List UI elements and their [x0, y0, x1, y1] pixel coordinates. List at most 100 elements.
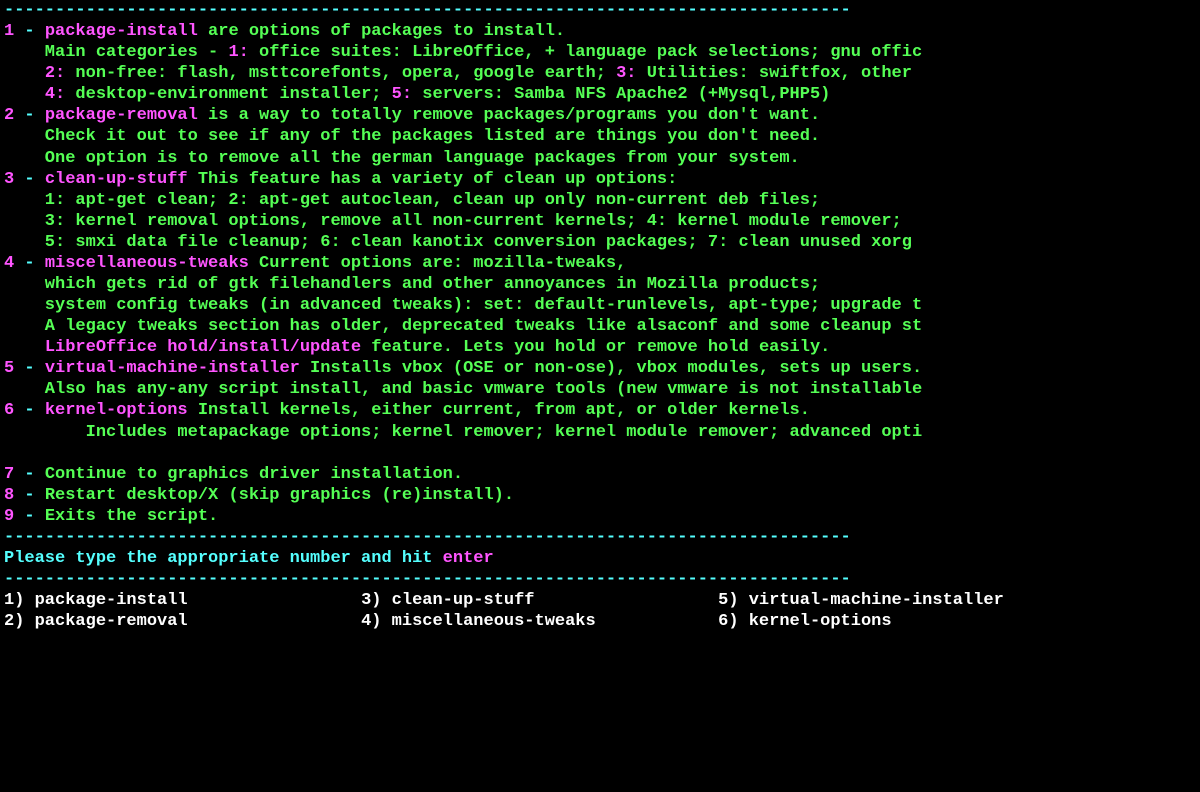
- menu-body-text: office suites: LibreOffice, + language p…: [249, 43, 922, 62]
- menu-body-text: Utilities: swiftfox, other: [637, 64, 912, 83]
- menu-number[interactable]: 3: [4, 170, 14, 189]
- menu-body-text: [4, 64, 45, 83]
- divider-line: ----------------------------------------…: [4, 569, 1196, 590]
- choice-row: 1) package-install 3) clean-up-stuff 5) …: [4, 590, 1196, 611]
- menu-body-text: 1: apt-get clean; 2: apt-get autoclean, …: [4, 191, 820, 210]
- menu-body-text: Includes metapackage options; kernel rem…: [4, 423, 922, 442]
- menu-number[interactable]: 6: [4, 401, 14, 420]
- menu-body-line: system config tweaks (in advanced tweaks…: [4, 295, 1196, 316]
- dash: -: [14, 359, 45, 378]
- menu-body-line: One option is to remove all the german l…: [4, 148, 1196, 169]
- menu-body-line: Also has any-any script install, and bas…: [4, 379, 1196, 400]
- dash: -: [14, 401, 45, 420]
- menu-desc: is a way to totally remove packages/prog…: [198, 106, 820, 125]
- menu-body-text: Also has any-any script install, and bas…: [4, 380, 922, 399]
- menu-number[interactable]: 4: [4, 254, 14, 273]
- menu-desc: Continue to graphics driver installation…: [45, 465, 463, 484]
- terminal-screen[interactable]: ----------------------------------------…: [0, 0, 1200, 636]
- menu-item: 9 - Exits the script.: [4, 506, 1196, 527]
- dash: -: [14, 106, 45, 125]
- menu-desc: Restart desktop/X (skip graphics (re)ins…: [45, 486, 514, 505]
- menu-body-line: 1: apt-get clean; 2: apt-get autoclean, …: [4, 190, 1196, 211]
- menu-number[interactable]: 7: [4, 465, 14, 484]
- choice-label[interactable]: virtual-machine-installer: [749, 591, 1004, 610]
- menu-body-text: 5: smxi data file cleanup; 6: clean kano…: [4, 233, 912, 252]
- choice-number[interactable]: 2): [4, 612, 35, 631]
- menu-number[interactable]: 2: [4, 106, 14, 125]
- menu-body-line: Check it out to see if any of the packag…: [4, 126, 1196, 147]
- divider-line: ----------------------------------------…: [4, 0, 1196, 21]
- menu-item: 3 - clean-up-stuff This feature has a va…: [4, 169, 1196, 190]
- menu-body-text: desktop-environment installer;: [65, 85, 391, 104]
- choice-label[interactable]: kernel-options: [749, 612, 892, 631]
- choice-label[interactable]: package-install: [35, 591, 361, 610]
- menu-desc: Install kernels, either current, from ap…: [188, 401, 810, 420]
- menu-body-text: system config tweaks (in advanced tweaks…: [4, 296, 922, 315]
- menu-desc: Exits the script.: [45, 507, 218, 526]
- divider: ----------------------------------------…: [4, 570, 851, 589]
- choice-label[interactable]: miscellaneous-tweaks: [392, 612, 718, 631]
- divider: ----------------------------------------…: [4, 528, 851, 547]
- menu-number[interactable]: 8: [4, 486, 14, 505]
- menu-item: 1 - package-install are options of packa…: [4, 21, 1196, 42]
- menu-body-line: 3: kernel removal options, remove all no…: [4, 211, 1196, 232]
- menu-title[interactable]: package-install: [45, 22, 198, 41]
- menu-item: 2 - package-removal is a way to totally …: [4, 105, 1196, 126]
- divider: ----------------------------------------…: [4, 1, 851, 20]
- menu-body-line: LibreOffice hold/install/update feature.…: [4, 337, 1196, 358]
- menu-title[interactable]: package-removal: [45, 106, 198, 125]
- menu-desc: Current options are: mozilla-tweaks,: [249, 254, 626, 273]
- choice-number[interactable]: 3): [361, 591, 392, 610]
- choice-label[interactable]: clean-up-stuff: [392, 591, 718, 610]
- dash: -: [14, 486, 45, 505]
- menu-body-line: 2: non-free: flash, msttcorefonts, opera…: [4, 63, 1196, 84]
- menu-item: 5 - virtual-machine-installer Installs v…: [4, 358, 1196, 379]
- choice-number[interactable]: 4): [361, 612, 392, 631]
- menu-title[interactable]: miscellaneous-tweaks: [45, 254, 249, 273]
- prompt-enter: enter: [443, 549, 494, 568]
- menu-number[interactable]: 5: [4, 359, 14, 378]
- choice-row: 2) package-removal 4) miscellaneous-twea…: [4, 611, 1196, 632]
- menu-body-text: feature. Lets you hold or remove hold ea…: [361, 338, 830, 357]
- menu-item: 8 - Restart desktop/X (skip graphics (re…: [4, 485, 1196, 506]
- menu-title[interactable]: virtual-machine-installer: [45, 359, 300, 378]
- menu-number[interactable]: 1: [4, 22, 14, 41]
- menu-title[interactable]: clean-up-stuff: [45, 170, 188, 189]
- menu-title[interactable]: kernel-options: [45, 401, 188, 420]
- menu-body-text: 2:: [45, 64, 65, 83]
- menu-body-text: Main categories -: [4, 43, 228, 62]
- menu-body-line: 5: smxi data file cleanup; 6: clean kano…: [4, 232, 1196, 253]
- menu-body-text: 3:: [616, 64, 636, 83]
- prompt-text: Please type the appropriate number and h…: [4, 549, 443, 568]
- menu-body-text: 1:: [228, 43, 248, 62]
- dash: -: [14, 170, 45, 189]
- dash: -: [14, 507, 45, 526]
- dash: -: [14, 254, 45, 273]
- menu-body-text: Check it out to see if any of the packag…: [4, 127, 820, 146]
- menu-body-text: A legacy tweaks section has older, depre…: [4, 317, 922, 336]
- choice-number[interactable]: 6): [718, 612, 749, 631]
- menu-body-line: which gets rid of gtk filehandlers and o…: [4, 274, 1196, 295]
- menu-body-line: Main categories - 1: office suites: Libr…: [4, 42, 1196, 63]
- dash: -: [14, 22, 45, 41]
- menu-body-text: 3: kernel removal options, remove all no…: [4, 212, 902, 231]
- menu-item: 4 - miscellaneous-tweaks Current options…: [4, 253, 1196, 274]
- choice-label[interactable]: package-removal: [35, 612, 361, 631]
- menu-body-text: non-free: flash, msttcorefonts, opera, g…: [65, 64, 616, 83]
- menu-desc: Installs vbox (OSE or non-ose), vbox mod…: [300, 359, 922, 378]
- menu-desc: are options of packages to install.: [198, 22, 565, 41]
- menu-body-text: One option is to remove all the german l…: [4, 149, 800, 168]
- menu-number[interactable]: 9: [4, 507, 14, 526]
- menu-body-line: 4: desktop-environment installer; 5: ser…: [4, 84, 1196, 105]
- menu-body-text: servers: Samba NFS Apache2 (+Mysql,PHP5): [412, 85, 830, 104]
- menu-body-line: Includes metapackage options; kernel rem…: [4, 422, 1196, 443]
- menu-body-line: A legacy tweaks section has older, depre…: [4, 316, 1196, 337]
- menu-body-text: 5:: [392, 85, 412, 104]
- menu-body-text: [4, 444, 14, 463]
- choice-number[interactable]: 1): [4, 591, 35, 610]
- menu-item: 7 - Continue to graphics driver installa…: [4, 464, 1196, 485]
- dash: -: [14, 465, 45, 484]
- choice-number[interactable]: 5): [718, 591, 749, 610]
- menu-body-line: [4, 443, 1196, 464]
- menu-body-text: LibreOffice hold/install/update: [45, 338, 361, 357]
